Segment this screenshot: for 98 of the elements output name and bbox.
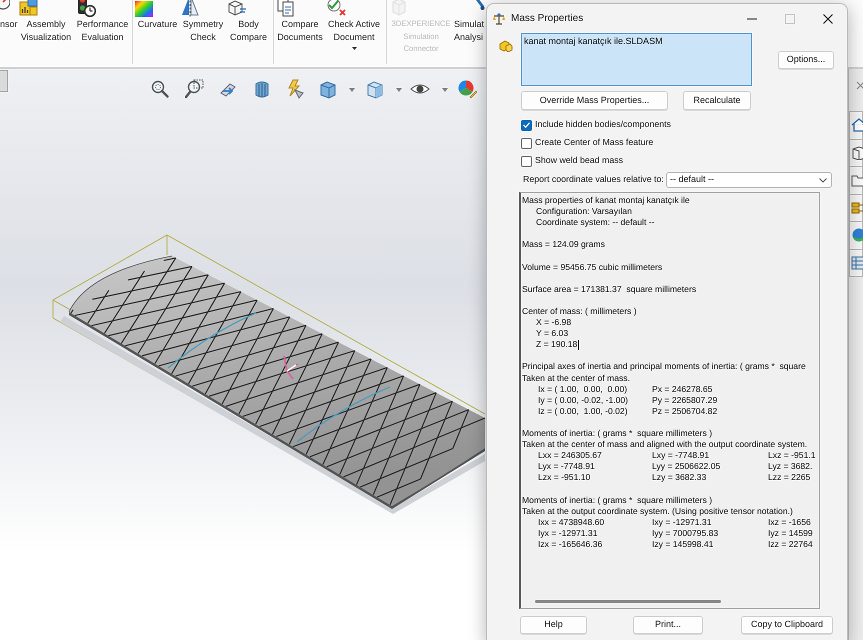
- report-line: Y = 6.03: [536, 328, 568, 340]
- report-line: Volume = 95456.75 cubic millimeters: [522, 262, 662, 273]
- caret-icon[interactable]: [349, 88, 355, 92]
- report-line: Moments of inertia: ( grams * square millimeters ): [522, 428, 712, 440]
- mirror-shapes-icon: [180, 0, 200, 18]
- report-value: Ixx = 4738948.60: [538, 516, 604, 528]
- caret-icon[interactable]: [396, 88, 402, 92]
- checkbox[interactable]: [521, 120, 532, 130]
- ribbon-button[interactable]: Curvature: [135, 0, 180, 66]
- coordinate-select[interactable]: -- default --: [666, 172, 832, 188]
- report-value: Izz = 22764: [768, 538, 813, 550]
- report-value: Ixz = -1656: [768, 516, 811, 528]
- report-line: Mass properties of kanat montaj kanatçık ile: [522, 195, 690, 206]
- box-icon: [851, 146, 863, 160]
- caret-icon[interactable]: [442, 88, 448, 92]
- axis-triad-icon: [283, 355, 299, 380]
- report-line: Configuration: Varsayılan: [536, 206, 632, 218]
- gradient-square-icon: [135, 1, 153, 17]
- report-value: Lzy = 3682.33: [652, 472, 706, 484]
- shaded-cube-icon[interactable]: [365, 79, 385, 99]
- scrollbar-thumb[interactable]: [535, 600, 721, 603]
- probe-icon: [476, 0, 485, 11]
- ribbon-button[interactable]: nsor: [0, 0, 17, 66]
- report-value: Pz = 2506704.82: [652, 406, 718, 417]
- report-line: Taken at the output coordinate system. (Using positive tensor notation.): [522, 506, 793, 517]
- report-value: Lyy = 2506622.05: [652, 461, 720, 472]
- ribbon-button[interactable]: Performance Evaluation: [75, 0, 130, 66]
- report-line: Principal axes of inertia and principal moments of inertia: ( grams * square: [522, 361, 806, 372]
- report-value: Px = 246278.65: [652, 384, 712, 395]
- ribbon-button[interactable]: Simulat Analysi: [453, 0, 485, 66]
- chevron-down-icon: [819, 178, 827, 182]
- report-value: Izx = -165646.36: [538, 538, 602, 550]
- report-value: Izy = 145998.41: [652, 538, 714, 550]
- report-line: Center of mass: ( millimeters ): [522, 306, 637, 318]
- task-pane-tab[interactable]: [849, 138, 863, 167]
- home-icon: [851, 118, 863, 132]
- ribbon-button[interactable]: Check Active Document: [324, 0, 384, 66]
- checkbox-label[interactable]: Show weld bead mass: [535, 154, 624, 168]
- task-pane-tab[interactable]: [849, 221, 863, 250]
- footer-button[interactable]: Help: [520, 616, 587, 634]
- report-value: Lzz = 2265: [768, 472, 810, 484]
- coordinate-label: Report coordinate values relative to:: [523, 173, 664, 186]
- task-pane-tab[interactable]: [849, 111, 863, 140]
- checkbox-label[interactable]: Include hidden bodies/components: [535, 118, 671, 132]
- checkbox[interactable]: [521, 138, 532, 148]
- report-line: Surface area = 171381.37 square millimeters: [522, 284, 696, 295]
- blocks-icon: [851, 200, 863, 215]
- report-line: Mass = 124.09 grams: [522, 239, 605, 250]
- footer-button[interactable]: Copy to Clipboard: [741, 616, 833, 634]
- close-icon[interactable]: [823, 14, 833, 24]
- report-value: Ixy = -12971.31: [652, 516, 712, 528]
- report-value: Iyy = 7000795.83: [652, 528, 718, 539]
- report-text-area[interactable]: [519, 192, 820, 609]
- dialog-title: Mass Properties: [511, 12, 584, 26]
- magnifier-icon[interactable]: [150, 79, 170, 99]
- magnifier-square-icon[interactable]: [185, 79, 205, 99]
- task-pane-tab[interactable]: [849, 166, 863, 194]
- report-line: Z = 190.18: [536, 339, 578, 350]
- ribbon-button[interactable]: Body Compare: [226, 0, 271, 66]
- cubes-chart-icon: [17, 0, 39, 18]
- blocks-icon: [499, 40, 513, 52]
- report-value: Iyx = -12971.31: [538, 528, 598, 539]
- report-value: Lzx = -951.10: [538, 472, 590, 484]
- report-value: Ix = ( 1.00, 0.00, 0.00): [538, 384, 628, 395]
- report-value: Iy = ( 0.00, -0.02, -1.00): [538, 394, 628, 406]
- selection-box[interactable]: kanat montaj kanatçık ile.SLDASM: [521, 33, 752, 86]
- cube-icon[interactable]: [318, 79, 338, 99]
- action-button[interactable]: Recalculate: [683, 91, 751, 110]
- folder-icon: [851, 173, 863, 188]
- task-pane-tab[interactable]: [849, 248, 863, 277]
- report-value: Lyz = 3682.: [768, 461, 812, 472]
- action-button[interactable]: Override Mass Properties...: [521, 91, 668, 110]
- report-value: Lxx = 246305.67: [538, 450, 602, 462]
- report-value: Lxz = -951.1: [768, 450, 816, 462]
- task-pane-tab[interactable]: [849, 194, 863, 222]
- ribbon-button[interactable]: Assembly Visualization: [17, 0, 75, 66]
- ribbon-button[interactable]: Compare Documents: [276, 0, 324, 66]
- report-value: Lxy = -7748.91: [652, 450, 710, 462]
- report-value: Iyz = 14599: [768, 528, 813, 539]
- report-value: Py = 2265807.29: [652, 394, 718, 406]
- options-button[interactable]: Options...: [778, 51, 834, 69]
- balance-scale-icon: [493, 12, 505, 24]
- report-line: Taken at the center of mass.: [522, 372, 630, 384]
- checkbox-label[interactable]: Create Center of Mass feature: [535, 136, 654, 150]
- report-line: Moments of inertia: ( grams * square millimeters ): [522, 494, 712, 506]
- checkmark-icon: [523, 122, 530, 128]
- ribbon-button[interactable]: Symmetry Check: [180, 0, 226, 66]
- checkbox[interactable]: [521, 156, 532, 166]
- table-icon: [851, 256, 863, 270]
- report-line: X = -6.98: [536, 317, 572, 328]
- footer-button[interactable]: Print...: [633, 616, 703, 634]
- report-line: Coordinate system: -- default --: [536, 217, 654, 228]
- selection-item[interactable]: kanat montaj kanatçık ile.SLDASM: [524, 35, 663, 47]
- color-sphere-icon[interactable]: [457, 79, 477, 99]
- report-value: Iz = ( 0.00, 1.00, -0.02): [538, 406, 628, 417]
- globe-icon: [851, 228, 863, 242]
- report-value: Lyx = -7748.91: [538, 461, 595, 472]
- report-line: Taken at the center of mass and aligned with the output coordinate system.: [522, 439, 808, 450]
